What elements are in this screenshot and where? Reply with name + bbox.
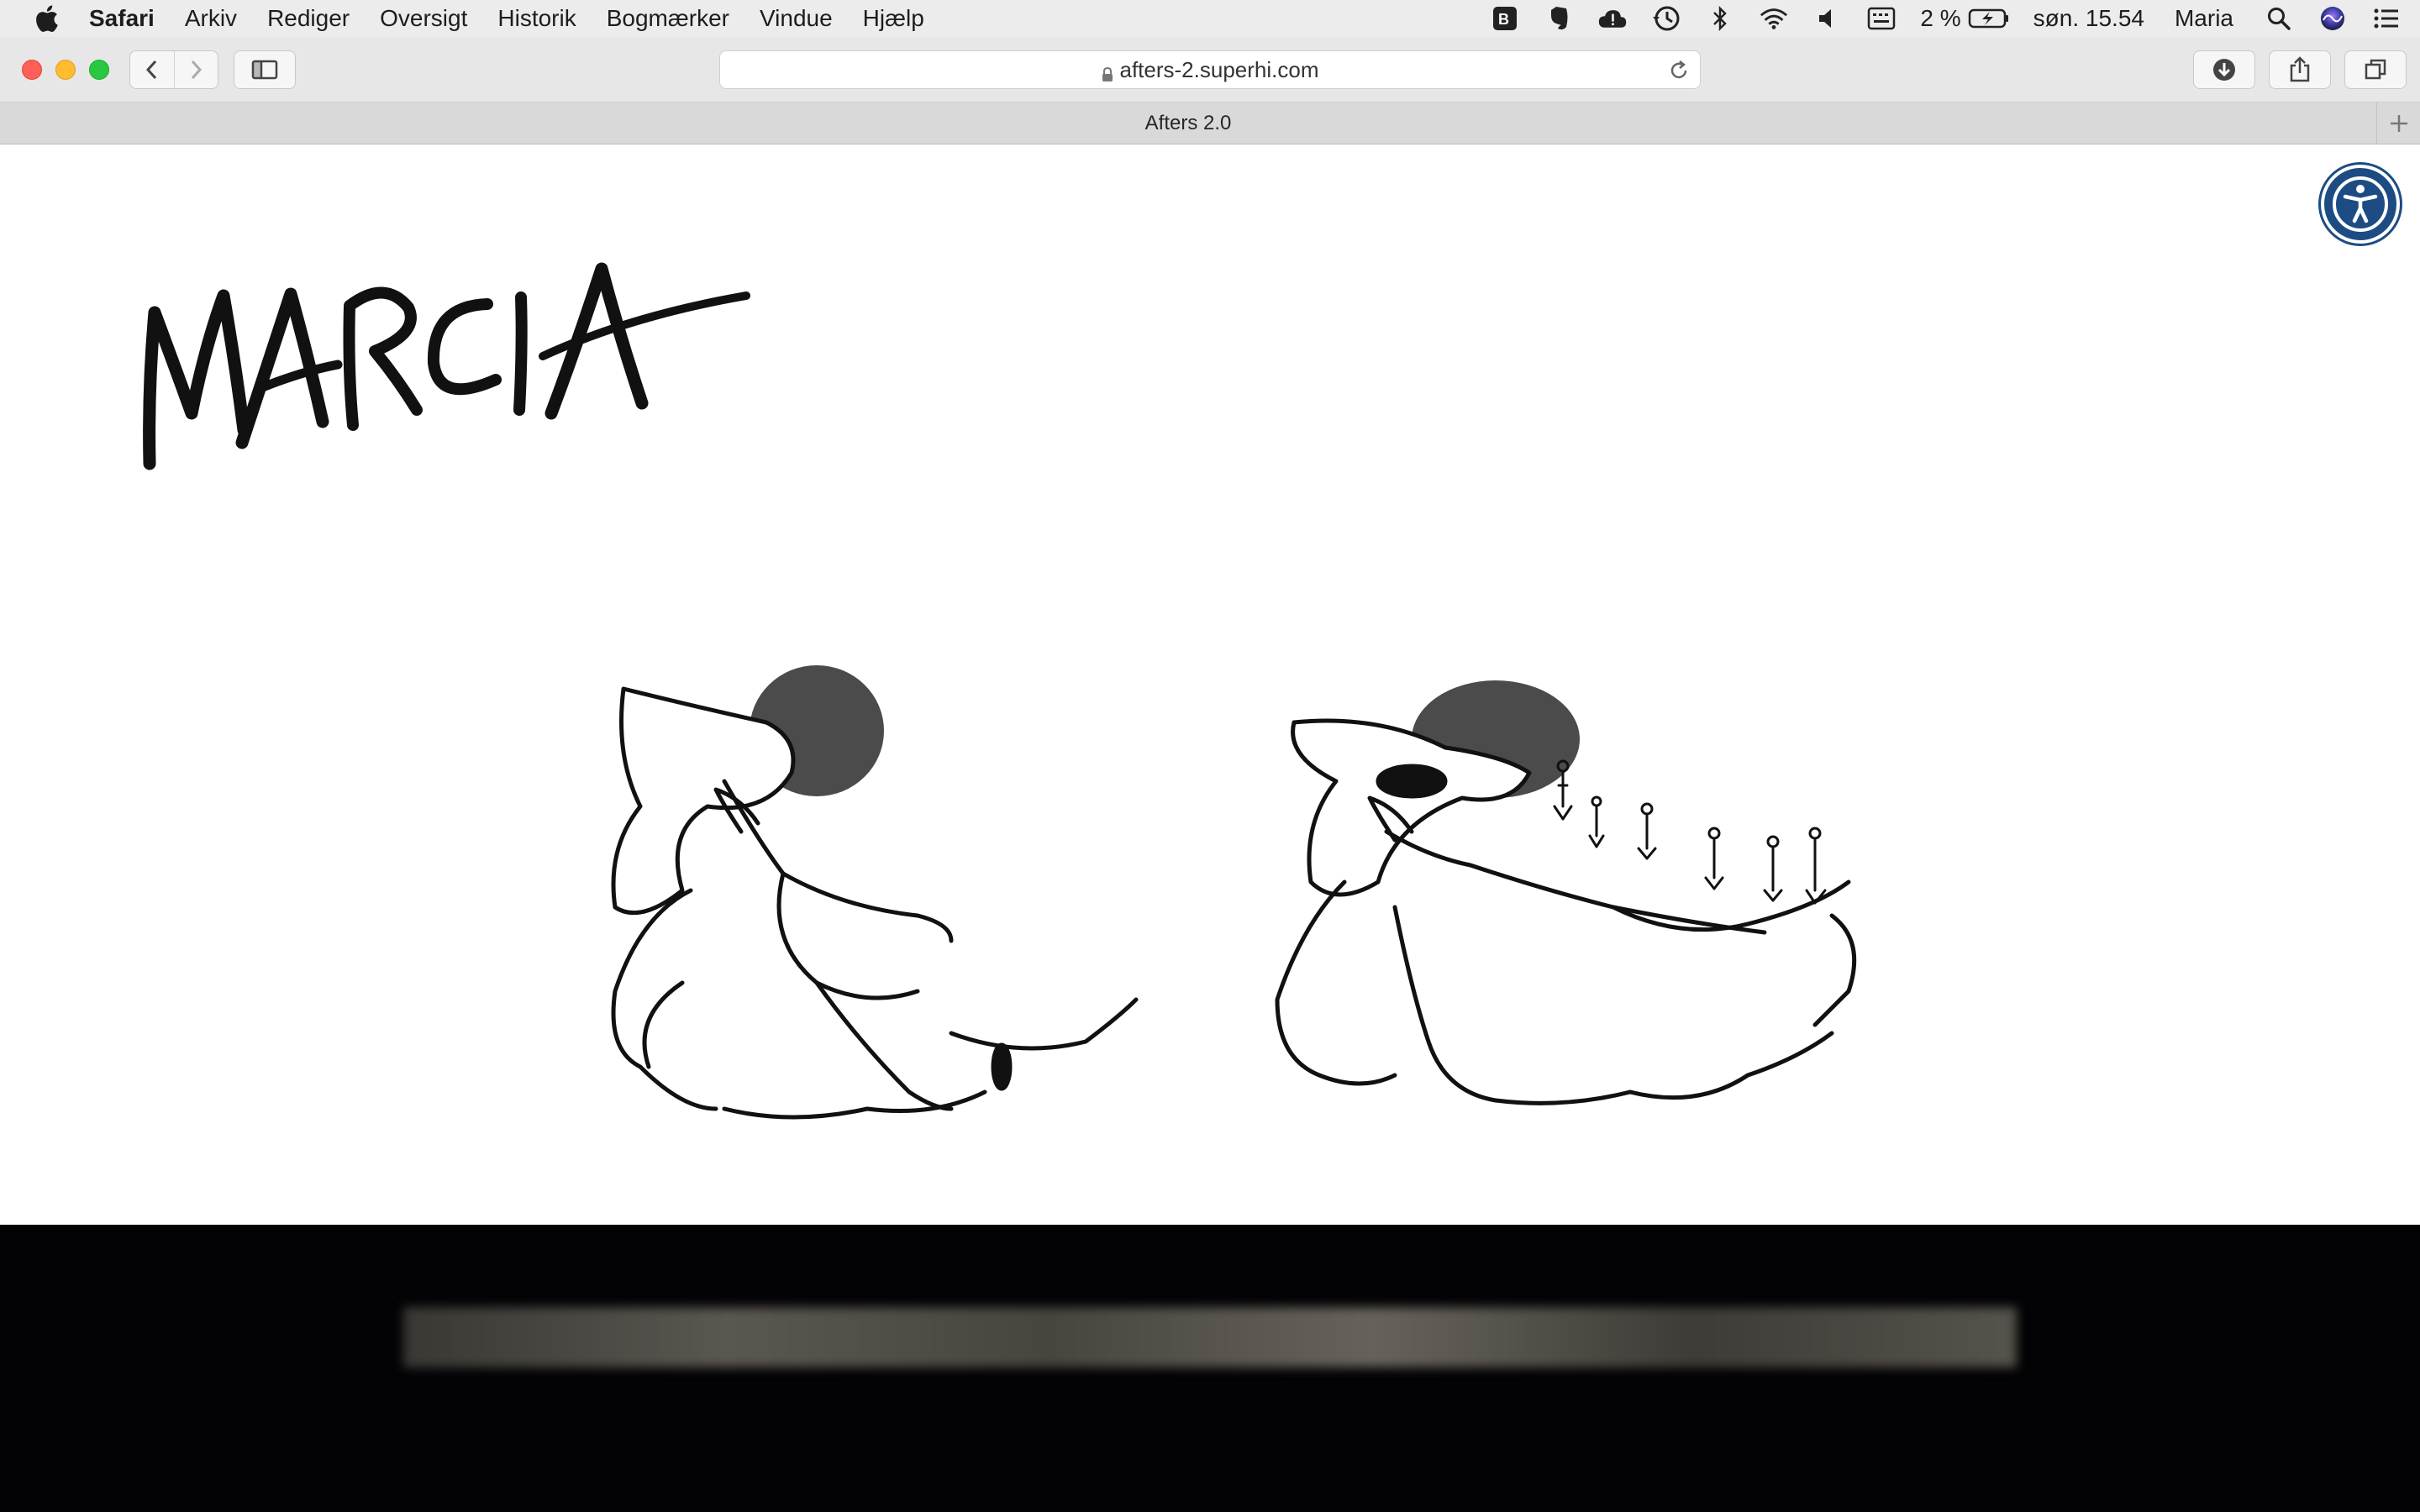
bitwarden-icon[interactable]: B [1490,5,1520,32]
forward-button[interactable] [173,51,218,88]
menu-historik[interactable]: Historik [497,5,576,32]
browser-toolbar: afters-2.superhi.com [0,37,2420,102]
url-text: afters-2.superhi.com [1119,56,1319,82]
ink-drawing-left [514,638,1195,1159]
dark-video-section [0,1225,2420,1512]
menu-user[interactable]: Maria [2175,5,2233,32]
share-button[interactable] [2269,50,2331,89]
evernote-icon[interactable] [1544,5,1574,32]
tab-bar: Afters 2.0 [0,102,2420,144]
tab-afters[interactable]: Afters 2.0 [0,102,2376,144]
menu-bar: Safari Arkiv Rediger Oversigt Historik B… [0,0,2420,37]
wifi-icon[interactable] [1759,5,1789,32]
menu-bar-left: Safari Arkiv Rediger Oversigt Historik B… [0,0,955,37]
menu-vindue[interactable]: Vindue [760,5,833,32]
menu-clock[interactable]: søn. 15.54 [2033,5,2144,32]
icloud-warning-icon[interactable] [1597,5,1628,32]
accessibility-button[interactable] [2321,165,2400,244]
menu-app-safari[interactable]: Safari [89,5,155,32]
lock-icon [1102,62,1113,81]
tab-title: Afters 2.0 [1144,112,1232,134]
battery-icon[interactable] [1968,5,2010,32]
battery-percent: 2 % [1920,5,1961,31]
menu-arkiv[interactable]: Arkiv [185,5,237,32]
siri-icon[interactable] [2317,5,2348,32]
menu-rediger[interactable]: Rediger [267,5,350,32]
accessibility-icon [2333,176,2388,232]
bluetooth-icon[interactable] [1705,5,1735,32]
keyboard-viewer-icon[interactable] [1866,5,1897,32]
menu-oversigt[interactable]: Oversigt [380,5,467,32]
minimize-window-button[interactable] [55,60,76,80]
history-nav [129,50,218,89]
notification-center-icon[interactable] [2371,5,2402,32]
menu-hjaelp[interactable]: Hjælp [863,5,924,32]
close-window-button[interactable] [22,60,42,80]
svg-text:B: B [1498,11,1509,28]
maria-signature [143,245,765,531]
spotlight-icon[interactable] [2264,5,2294,32]
time-machine-icon[interactable] [1651,5,1681,32]
new-tab-button[interactable] [2376,102,2420,144]
reload-icon[interactable] [1666,58,1691,83]
back-button[interactable] [130,51,174,88]
blurred-image-preview [403,1307,2017,1368]
tab-overview-button[interactable] [2344,50,2407,89]
apple-menu-icon[interactable] [34,4,59,33]
address-bar[interactable]: afters-2.superhi.com [719,50,1701,89]
menu-bar-tray: B 2 % søn. 15.54 Maria [1490,0,2420,37]
downloads-button[interactable] [2193,50,2255,89]
volume-icon[interactable] [1812,5,1843,32]
ink-drawing-right [1227,638,1916,1159]
menu-bogmaerker[interactable]: Bogmærker [607,5,729,32]
sidebar-toggle-button[interactable] [234,50,296,89]
fullscreen-window-button[interactable] [89,60,109,80]
